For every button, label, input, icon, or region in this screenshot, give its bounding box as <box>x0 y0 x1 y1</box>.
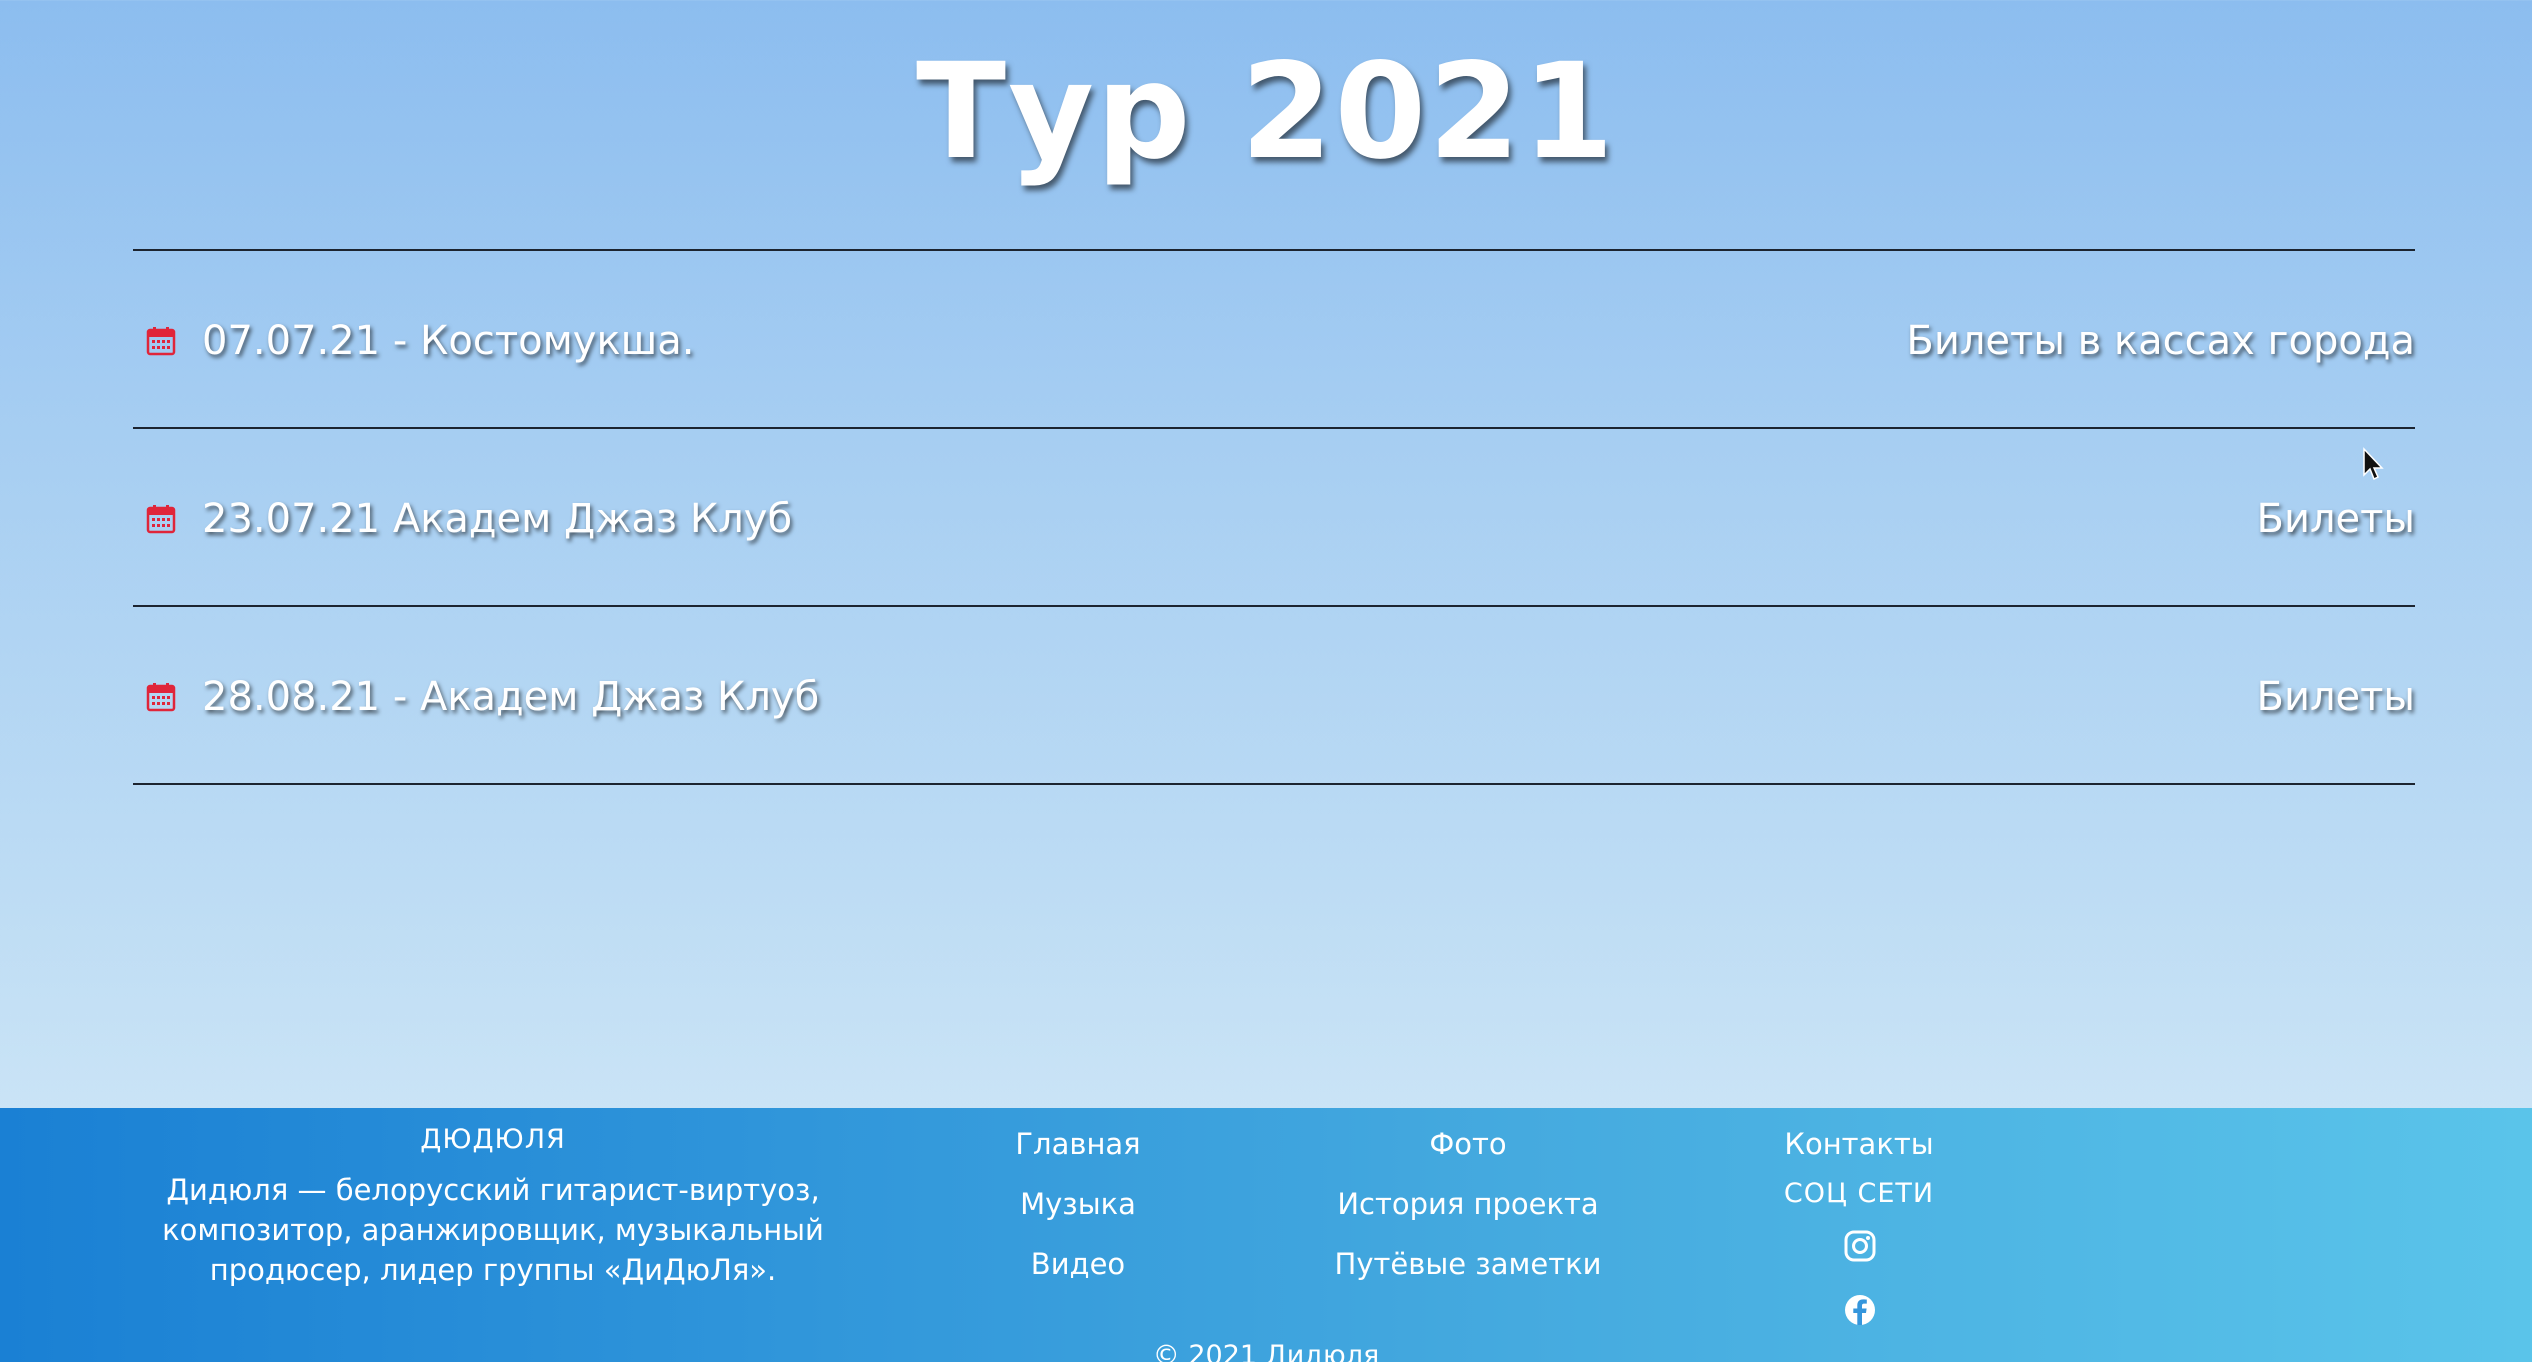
calendar-icon <box>146 505 176 534</box>
footer-link-photo[interactable]: Фото <box>1268 1126 1668 1162</box>
event-row: 23.07.21 Академ Джаз Клуб Билеты <box>133 429 2415 607</box>
tickets-link[interactable]: Билеты <box>2257 673 2416 721</box>
facebook-icon[interactable] <box>1843 1293 1877 1327</box>
footer-link-music[interactable]: Музыка <box>928 1186 1228 1222</box>
page-title: Тур 2021 <box>916 35 1616 189</box>
footer-about-text: Дидюля — белорусский гитарист-виртуоз, к… <box>162 1173 824 1287</box>
tickets-link[interactable]: Билеты <box>2257 495 2416 543</box>
footer-about-title: ДЮДЮЛЯ <box>420 1124 566 1155</box>
event-row: 28.08.21 - Академ Джаз Клуб Билеты <box>133 607 2415 785</box>
calendar-icon <box>146 683 176 712</box>
footer-copyright: © 2021 Дидюля <box>1152 1340 1380 1362</box>
calendar-icon <box>146 327 176 356</box>
tour-page: Тур 2021 07.07.21 - Костомукша. Билеты в… <box>0 0 2532 1108</box>
event-row: 07.07.21 - Костомукша. Билеты в кассах г… <box>133 251 2415 429</box>
event-title: 28.08.21 - Академ Джаз Клуб <box>202 674 820 720</box>
footer-link-contacts[interactable]: Контакты <box>1709 1126 2009 1162</box>
footer-link-history[interactable]: История проекта <box>1268 1186 1668 1222</box>
site-footer: ДЮДЮЛЯ Дидюля — белорусский гитарист-вир… <box>0 1108 2532 1362</box>
footer-link-travel-notes[interactable]: Путёвые заметки <box>1268 1246 1668 1282</box>
footer-link-video[interactable]: Видео <box>928 1246 1228 1282</box>
event-title: 07.07.21 - Костомукша. <box>202 318 695 364</box>
event-title: 23.07.21 Академ Джаз Клуб <box>202 496 793 542</box>
tickets-link[interactable]: Билеты в кассах города <box>1906 317 2415 365</box>
footer-social-title: СОЦ СЕТИ <box>1783 1178 1935 1209</box>
event-list: 07.07.21 - Костомукша. Билеты в кассах г… <box>133 249 2415 785</box>
mouse-cursor-icon <box>2363 447 2384 481</box>
instagram-icon[interactable] <box>1843 1229 1877 1263</box>
footer-link-home[interactable]: Главная <box>928 1126 1228 1162</box>
